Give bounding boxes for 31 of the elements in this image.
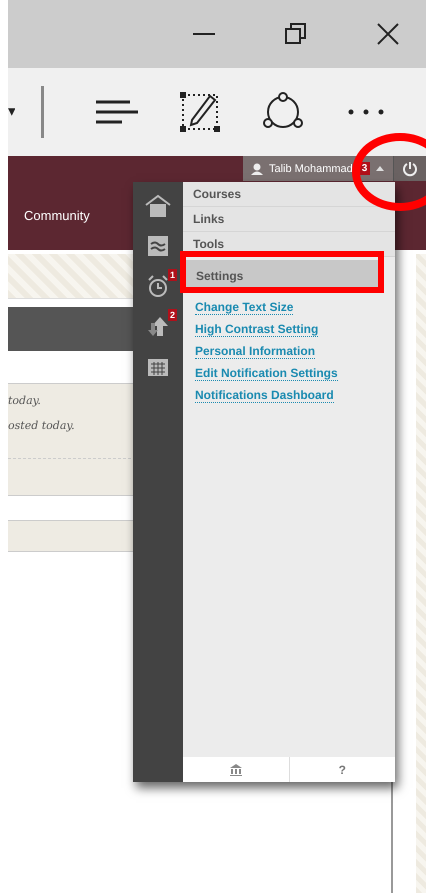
alarm-clock-icon bbox=[147, 275, 169, 297]
message-text: osted today. bbox=[8, 419, 75, 432]
count-badge: 1 bbox=[168, 269, 177, 281]
user-icon bbox=[251, 162, 263, 174]
stream-icon bbox=[148, 236, 168, 256]
menu-section[interactable]: Links bbox=[183, 207, 395, 232]
message-text: today. bbox=[8, 394, 41, 407]
count-badge: 2 bbox=[168, 309, 177, 321]
menu-link[interactable]: Edit Notification Settings bbox=[195, 366, 338, 381]
restore-icon bbox=[285, 23, 307, 45]
bank-icon bbox=[230, 764, 242, 776]
menu-link[interactable]: Change Text Size bbox=[195, 300, 294, 315]
caret-up-icon[interactable] bbox=[376, 166, 384, 171]
user-name[interactable]: Talib Mohammad bbox=[269, 162, 353, 174]
minimize-icon bbox=[193, 33, 215, 35]
close-icon bbox=[377, 23, 399, 45]
menu-link[interactable]: Personal Information bbox=[195, 344, 316, 359]
home-tool[interactable] bbox=[143, 192, 173, 220]
home-icon bbox=[145, 194, 171, 218]
power-button[interactable] bbox=[393, 156, 426, 181]
menu-link[interactable]: Notifications Dashboard bbox=[195, 388, 334, 403]
calendar-icon bbox=[148, 356, 168, 376]
more-icon bbox=[348, 109, 384, 115]
pen-icon bbox=[180, 92, 220, 132]
nav-link[interactable]: Community bbox=[24, 208, 90, 223]
power-icon bbox=[402, 160, 418, 176]
caret-icon bbox=[8, 108, 16, 116]
menu-section[interactable]: Courses bbox=[183, 182, 395, 207]
lines-icon bbox=[96, 100, 138, 124]
arrows-icon bbox=[147, 315, 169, 337]
menu-link[interactable]: High Contrast Setting bbox=[195, 322, 318, 337]
